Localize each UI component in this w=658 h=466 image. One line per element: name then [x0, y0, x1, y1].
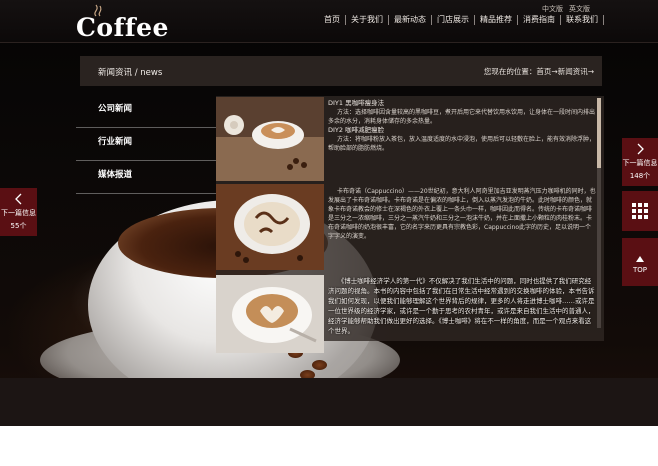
article-heading: DIY1 黑咖啡瘦身法	[328, 99, 385, 107]
grid-menu-button[interactable]	[622, 191, 658, 231]
section-title: 新闻资讯 / news	[98, 68, 163, 78]
article-item[interactable]: 卡布奇诺（Cappuccino）——20世纪初，意大利人阿奇里加吉亚发明蒸汽压力…	[216, 184, 600, 270]
nav-item-guide[interactable]: 消费指南	[518, 15, 561, 25]
article-text: DIY1 黑咖啡瘦身法 方法：选择咖啡因含量较高的黑咖啡豆，煮开后用它来代替饮用…	[328, 99, 596, 153]
panel-scrollbar-thumb[interactable]	[597, 98, 601, 168]
sidebar-item-company-news[interactable]: 公司新闻	[76, 95, 216, 128]
sidebar-item-industry-news[interactable]: 行业新闻	[76, 128, 216, 161]
article-body: 卡布奇诺（Cappuccino）——20世纪初，意大利人阿奇里加吉亚发明蒸汽压力…	[328, 188, 596, 240]
article-body: 方法：将咖啡粉放入茶包，放入温度适度的水中浸泡，使用后可以轻敷在脸上，能有效消除…	[328, 136, 596, 152]
article-body: 方法：选择咖啡因含量较高的黑咖啡豆，煮开后用它来代替饮用水饮用，让身体在一段时间…	[328, 109, 596, 125]
arrow-up-icon	[636, 256, 644, 262]
nav-item-home[interactable]: 首页	[321, 15, 346, 25]
site-logo[interactable]: Coffee	[76, 13, 169, 42]
main-nav: 首页 关于我们 最新动态 门店展示 精品推荐 消费指南 联系我们	[321, 15, 604, 25]
article-text: 卡布奇诺（Cappuccino）——20世纪初，意大利人阿奇里加吉亚发明蒸汽压力…	[328, 187, 596, 241]
article-text: 《博士咖啡经济学人的第一代》不仅解决了我们生活中的问题，同时也提供了我们研究经济…	[328, 276, 596, 336]
header: Coffee 中文版 英文版 首页 关于我们 最新动态 门店展示 精品推荐 消费…	[0, 0, 658, 43]
grid-icon	[632, 203, 648, 219]
chevron-left-icon	[14, 193, 21, 205]
sidebar-item-media-reports[interactable]: 媒体报道	[76, 161, 216, 194]
prev-info-button[interactable]: 下一篇信息 55个	[0, 188, 37, 236]
prev-info-count: 55个	[10, 222, 27, 230]
nav-item-about[interactable]: 关于我们	[346, 15, 389, 25]
chevron-right-icon	[637, 143, 644, 155]
lang-english-link[interactable]: 英文版	[569, 4, 590, 14]
section-title-bar: 新闻资讯 / news 您现在的位置：首页→新闻资讯→	[80, 56, 602, 86]
lang-chinese-link[interactable]: 中文版	[542, 4, 563, 14]
nav-item-contact[interactable]: 联系我们	[561, 15, 604, 25]
next-info-count: 148个	[629, 172, 651, 180]
nav-item-featured[interactable]: 精品推荐	[475, 15, 518, 25]
back-to-top-button[interactable]: TOP	[622, 238, 658, 286]
article-thumbnail	[216, 97, 324, 181]
nav-item-news[interactable]: 最新动态	[389, 15, 432, 25]
next-info-label: 下一篇信息	[622, 159, 658, 167]
article-heading: DIY2 咖啡减肥瘦脸	[328, 126, 385, 134]
page-background: Coffee 中文版 英文版 首页 关于我们 最新动态 门店展示 精品推荐 消费…	[0, 0, 658, 426]
news-category-sidebar: 公司新闻 行业新闻 媒体报道	[76, 95, 216, 194]
back-to-top-label: TOP	[632, 266, 647, 274]
breadcrumb: 您现在的位置：首页→新闻资讯→	[483, 67, 594, 76]
article-body: 《博士咖啡经济学人的第一代》不仅解决了我们生活中的问题，同时也提供了我们研究经济…	[328, 277, 595, 335]
coffee-bean-image	[312, 360, 327, 370]
footer-band	[0, 378, 658, 426]
article-item[interactable]: 《博士咖啡经济学人的第一代》不仅解决了我们生活中的问题，同时也提供了我们研究经济…	[216, 272, 600, 353]
article-thumbnail	[216, 275, 324, 353]
nav-item-stores[interactable]: 门店展示	[432, 15, 475, 25]
prev-info-label: 下一篇信息	[1, 209, 36, 217]
article-thumbnail	[216, 184, 324, 270]
article-item[interactable]: DIY1 黑咖啡瘦身法 方法：选择咖啡因含量较高的黑咖啡豆，煮开后用它来代替饮用…	[216, 97, 600, 183]
language-switcher: 中文版 英文版	[542, 4, 590, 14]
next-info-button[interactable]: 下一篇信息 148个	[622, 138, 658, 186]
